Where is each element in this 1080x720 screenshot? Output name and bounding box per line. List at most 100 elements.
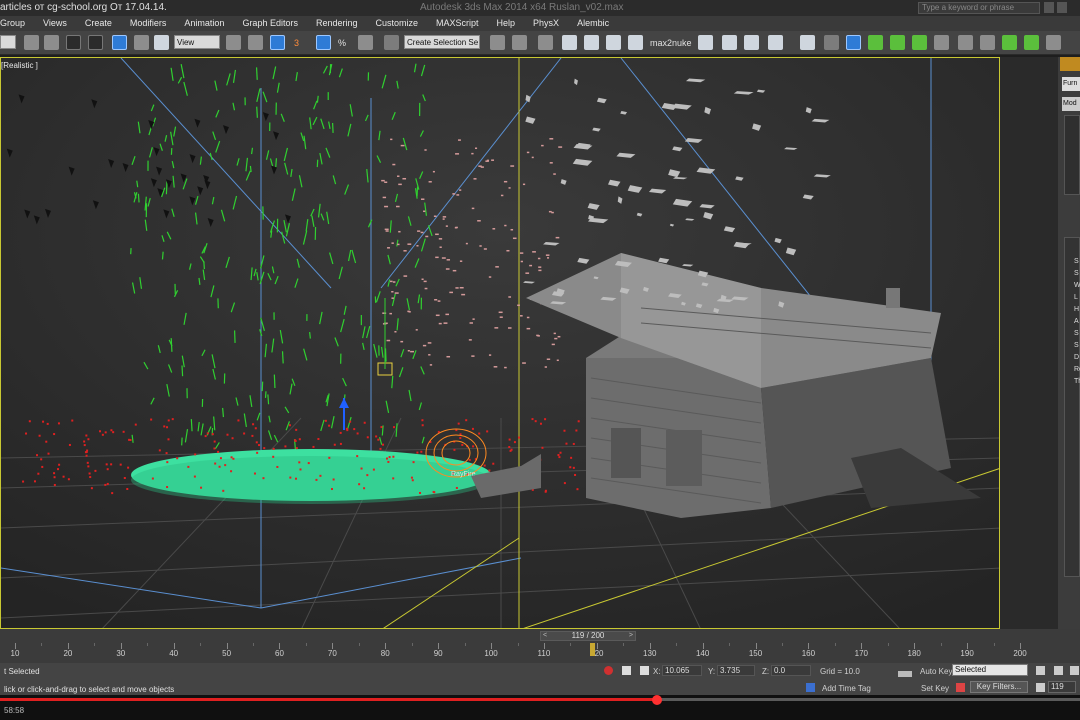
menu-maxscript[interactable]: MAXScript — [427, 16, 488, 31]
reset-icon[interactable] — [1046, 35, 1061, 50]
select-by-name-icon[interactable] — [44, 35, 59, 50]
menu-group[interactable]: Group — [0, 16, 34, 31]
menu-physx[interactable]: PhysX — [524, 16, 568, 31]
material-editor-icon[interactable] — [628, 35, 643, 50]
named-selection-set-dropdown[interactable]: Create Selection Se — [404, 35, 480, 49]
selection-filter-dropdown[interactable] — [0, 35, 16, 49]
select-object-icon[interactable] — [24, 35, 39, 50]
rigid-body-icon[interactable] — [846, 35, 861, 50]
time-slider-track[interactable]: < 119 / 200 > 10 20 30 40 50 60 70 80 90 100 110 12… — [0, 629, 1080, 663]
render-setup-icon[interactable] — [698, 35, 713, 50]
lock-selection-icon[interactable] — [622, 666, 631, 675]
go-to-start-icon[interactable] — [1036, 666, 1045, 675]
voronoi-icon[interactable] — [912, 35, 927, 50]
time-config-icon[interactable] — [1036, 683, 1045, 692]
play-icon[interactable] — [1070, 666, 1079, 675]
previous-key-icon[interactable] — [1054, 666, 1063, 675]
max2nuke-button[interactable]: max2nuke — [650, 36, 692, 50]
tab-modify[interactable]: Mod — [1062, 97, 1080, 111]
spinner-snap-icon[interactable] — [358, 35, 373, 50]
debris-fragment — [390, 280, 393, 283]
perspective-viewport[interactable]: RayFire [Realistic] — [0, 57, 1000, 629]
mirror-icon[interactable] — [490, 35, 505, 50]
graphite-toolbar-icon[interactable] — [562, 35, 577, 50]
physx-icon[interactable] — [800, 35, 815, 50]
select-and-move-icon[interactable] — [112, 35, 127, 50]
current-frame-field[interactable]: 119 — [1048, 681, 1076, 693]
percent-snap-icon[interactable]: % — [338, 36, 346, 50]
layer-manager-icon[interactable] — [538, 35, 553, 50]
red-particle — [416, 451, 419, 454]
modifier-list[interactable] — [1064, 115, 1080, 195]
simulate-icon[interactable] — [1002, 35, 1017, 50]
hammer-icon[interactable] — [934, 35, 949, 50]
playback-step-icon[interactable] — [980, 35, 995, 50]
window-crossing-icon[interactable] — [88, 35, 103, 50]
keyword-search-input[interactable]: Type a keyword or phrase — [918, 2, 1040, 14]
key-icon[interactable] — [898, 671, 912, 677]
render-production-icon[interactable] — [744, 35, 759, 50]
align-icon[interactable] — [512, 35, 527, 50]
debris-fragment — [398, 183, 402, 186]
z-coordinate-field[interactable]: 0.0 — [771, 665, 811, 676]
isolate-icon[interactable] — [604, 666, 613, 675]
snap-toggle-icon[interactable]: 3 — [294, 36, 299, 50]
debris-fragment — [544, 366, 547, 368]
select-and-scale-icon[interactable] — [154, 35, 169, 50]
viewport-label[interactable]: [Realistic ] — [1, 61, 38, 70]
sun-icon[interactable] — [1060, 57, 1080, 71]
render-iterative-icon[interactable] — [768, 35, 783, 50]
absolute-mode-icon[interactable] — [640, 666, 649, 675]
key-filters-button[interactable]: Key Filters... — [970, 681, 1028, 693]
red-particle — [112, 431, 115, 434]
rendered-frame-window-icon[interactable] — [722, 35, 737, 50]
video-scrubber-knob[interactable] — [651, 695, 662, 705]
timeline-tick-label: 110 — [537, 649, 551, 658]
menu-alembic[interactable]: Alembic — [568, 16, 618, 31]
keyboard-shortcut-override-icon[interactable] — [270, 35, 285, 50]
video-progress-fill — [0, 698, 657, 701]
set-key-button[interactable]: Set Key — [921, 684, 949, 693]
auto-key-button[interactable]: Auto Key — [920, 667, 952, 676]
red-particle — [289, 476, 292, 479]
y-coordinate-field[interactable]: 3.735 — [717, 665, 755, 676]
menu-help[interactable]: Help — [488, 16, 525, 31]
bake-icon[interactable] — [1024, 35, 1039, 50]
curve-icon[interactable] — [956, 683, 965, 692]
menu-graph-editors[interactable]: Graph Editors — [233, 16, 307, 31]
fracture-icon[interactable] — [890, 35, 905, 50]
prev-frame-icon[interactable]: < — [543, 632, 547, 640]
red-particle — [363, 421, 366, 424]
select-and-rotate-icon[interactable] — [134, 35, 149, 50]
current-frame-marker[interactable] — [589, 643, 595, 656]
menu-rendering[interactable]: Rendering — [307, 16, 367, 31]
menu-views[interactable]: Views — [34, 16, 76, 31]
red-particle — [410, 476, 413, 479]
menu-modifiers[interactable]: Modifiers — [121, 16, 176, 31]
time-slider[interactable]: < 119 / 200 > — [540, 631, 636, 641]
menu-customize[interactable]: Customize — [367, 16, 428, 31]
menu-create[interactable]: Create — [76, 16, 121, 31]
timeline-ruler[interactable]: 10 20 30 40 50 60 70 80 90 100 110 120 130 140 150 160 1… — [0, 643, 1060, 663]
x-coordinate-field[interactable]: 10.065 — [662, 665, 702, 676]
select-and-manipulate-icon[interactable] — [248, 35, 263, 50]
rectangular-selection-icon[interactable] — [66, 35, 81, 50]
add-time-tag-button[interactable]: Add Time Tag — [822, 684, 871, 693]
key-mode-dropdown[interactable]: Selected — [952, 664, 1028, 676]
help-icon[interactable] — [1057, 2, 1067, 13]
schematic-view-icon[interactable] — [606, 35, 621, 50]
debris-fragment — [547, 257, 550, 259]
playback-start-icon[interactable] — [958, 35, 973, 50]
curve-editor-icon[interactable] — [584, 35, 599, 50]
cloth-icon[interactable] — [868, 35, 883, 50]
angle-snap-icon[interactable] — [316, 35, 331, 50]
edit-named-selection-icon[interactable] — [384, 35, 399, 50]
reference-coordinate-dropdown[interactable]: View — [174, 35, 220, 49]
next-frame-icon[interactable]: > — [629, 632, 633, 640]
time-tag-icon[interactable] — [806, 683, 815, 692]
pivot-center-icon[interactable] — [226, 35, 241, 50]
sphere-icon[interactable] — [824, 35, 839, 50]
tab-furniture[interactable]: Furn — [1062, 77, 1080, 91]
search-icon[interactable] — [1044, 2, 1054, 13]
menu-animation[interactable]: Animation — [175, 16, 233, 31]
